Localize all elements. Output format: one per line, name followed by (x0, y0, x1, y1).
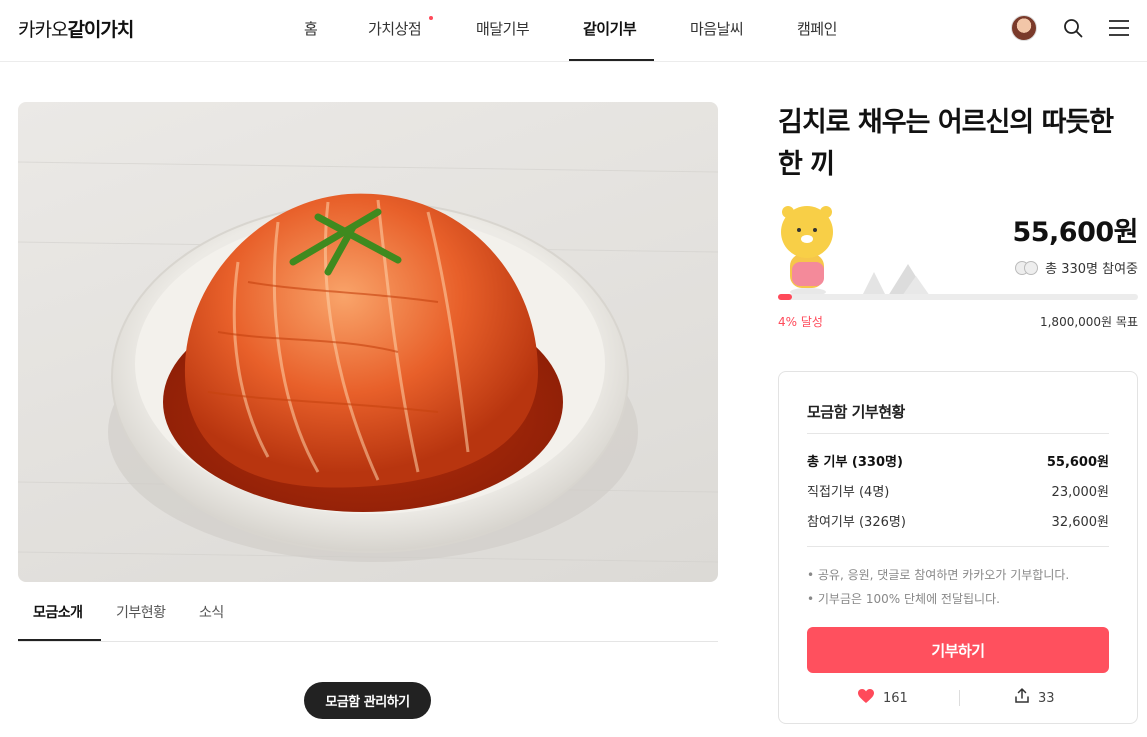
logo[interactable]: 카카오같이가치 (18, 15, 134, 42)
progress-bar (778, 294, 1138, 300)
card-title: 모금함 기부현황 (807, 403, 905, 421)
achievement-percent: 4% 달성 (778, 315, 823, 329)
tab-news[interactable]: 소식 (199, 602, 224, 622)
nav-campaign[interactable]: 캠페인 (797, 18, 837, 39)
participant-count-text: 총 330명 참여중 (1045, 262, 1138, 277)
content-tabs: 모금소개 기부현황 소식 (18, 592, 718, 642)
donate-button[interactable]: 기부하기 (807, 627, 1109, 673)
campaign-title: 김치로 채우는 어르신의 따듯한 한 끼 (778, 107, 1114, 180)
tab-donation-status[interactable]: 기부현황 (116, 602, 166, 622)
row-label: 직접기부 (4명) (807, 485, 890, 500)
tab-introduction[interactable]: 모금소개 (33, 602, 83, 622)
tab-active-underline (18, 639, 101, 641)
menu-icon[interactable] (1106, 15, 1132, 41)
top-header: 카카오같이가치 홈 가치상점 매달기부 같이기부 마음날씨 캠페인 (0, 0, 1147, 62)
divider (807, 433, 1109, 434)
heart-icon (857, 688, 875, 708)
row-label: 참여기부 (326명) (807, 515, 906, 530)
participation-donation-row: 참여기부 (326명) 32,600원 (807, 511, 1109, 531)
divider (959, 690, 960, 706)
direct-donation-row: 직접기부 (4명) 23,000원 (807, 481, 1109, 501)
donation-status-card: 모금함 기부현황 총 기부 (330명) 55,600원 직접기부 (4명) 2… (778, 371, 1138, 724)
nav-mind-weather[interactable]: 마음날씨 (690, 18, 744, 39)
row-value: 23,000원 (1051, 485, 1109, 500)
progress-mountains-icon (858, 262, 938, 296)
note-participation: • 공유, 응원, 댓글로 참여하면 카카오가 기부합니다. (807, 568, 1070, 582)
share-icon (1014, 688, 1030, 708)
nav-together-donation[interactable]: 같이기부 (583, 18, 637, 39)
new-badge-dot (429, 16, 433, 20)
campaign-hero-image (18, 102, 718, 582)
nav-active-underline (569, 59, 654, 61)
row-value: 55,600원 (1046, 455, 1109, 470)
participant-avatars-icon (1015, 260, 1039, 275)
row-label: 총 기부 (330명) (807, 455, 903, 470)
raised-amount: 55,600원 (1012, 217, 1138, 248)
row-value: 32,600원 (1051, 515, 1109, 530)
divider (807, 546, 1109, 547)
manage-fundraiser-button[interactable]: 모금함 관리하기 (304, 682, 431, 719)
like-button[interactable]: 161 (857, 688, 908, 708)
goal-amount: 1,800,000원 목표 (1039, 315, 1138, 329)
logo-bold: 같이가치 (67, 19, 134, 41)
logo-prefix: 카카오 (18, 19, 68, 41)
like-count: 161 (883, 690, 908, 706)
share-count: 33 (1038, 690, 1055, 706)
ryan-mascot-icon (778, 202, 836, 298)
nav-value-store[interactable]: 가치상점 (368, 18, 422, 39)
progress-bar-fill (778, 294, 793, 300)
total-donation-row: 총 기부 (330명) 55,600원 (807, 451, 1109, 471)
search-icon[interactable] (1060, 15, 1086, 41)
nav-monthly-donation[interactable]: 매달기부 (476, 18, 530, 39)
note-delivery: • 기부금은 100% 단체에 전달됩니다. (807, 592, 1000, 606)
share-button[interactable]: 33 (1014, 688, 1055, 708)
participant-count: 총 330명 참여중 (1015, 258, 1138, 277)
user-avatar[interactable] (1011, 15, 1037, 41)
nav-home[interactable]: 홈 (304, 18, 318, 39)
